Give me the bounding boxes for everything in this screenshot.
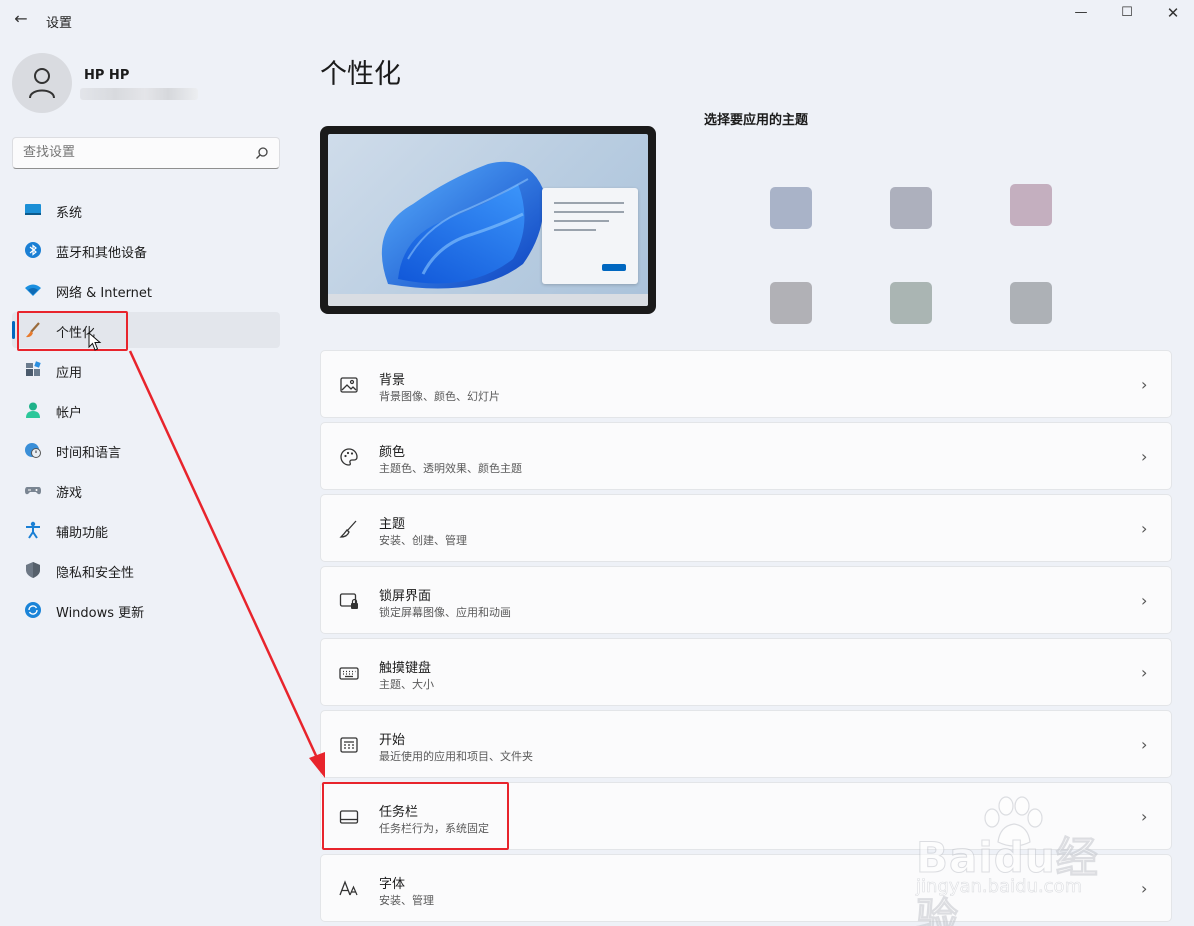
- search-input[interactable]: [23, 145, 243, 160]
- picture-icon: [339, 375, 359, 395]
- card-touch-keyboard[interactable]: 触摸键盘 主题、大小 ›: [320, 638, 1172, 706]
- card-subtitle: 最近使用的应用和项目、文件夹: [379, 750, 533, 763]
- watermark-url: jingyan.baidu.com: [916, 876, 1083, 898]
- selected-indicator: [12, 321, 15, 339]
- search-box[interactable]: [12, 137, 280, 169]
- gamepad-icon: [24, 481, 42, 499]
- card-subtitle: 锁定屏幕图像、应用和动画: [379, 606, 511, 619]
- card-lock-screen[interactable]: 锁屏界面 锁定屏幕图像、应用和动画 ›: [320, 566, 1172, 634]
- sidebar-item-gaming[interactable]: 游戏: [12, 472, 280, 508]
- search-icon[interactable]: [255, 145, 269, 164]
- annotation-box-taskbar: [322, 782, 509, 850]
- sidebar-item-label: 游戏: [56, 486, 83, 501]
- minimize-icon[interactable]: —: [1058, 0, 1104, 30]
- preview-window: [542, 188, 638, 284]
- page-title: 个性化: [320, 59, 401, 90]
- globe-clock-icon: [24, 441, 42, 459]
- chevron-right-icon: ›: [1141, 447, 1148, 466]
- sidebar-item-label: 隐私和安全性: [56, 566, 135, 581]
- shield-icon: [24, 561, 42, 579]
- title-bar: ← 设置 — ☐ ✕: [0, 0, 1194, 40]
- user-name: HP HP: [84, 68, 130, 83]
- card-title: 颜色: [379, 445, 406, 460]
- wifi-icon: [24, 281, 42, 299]
- sidebar-item-label: Windows 更新: [56, 606, 145, 621]
- card-title: 锁屏界面: [379, 589, 432, 604]
- back-arrow-icon[interactable]: ←: [10, 8, 32, 30]
- card-start[interactable]: 开始 最近使用的应用和项目、文件夹 ›: [320, 710, 1172, 778]
- chevron-right-icon: ›: [1141, 663, 1148, 682]
- chevron-right-icon: ›: [1141, 735, 1148, 754]
- theme-swatch[interactable]: [1010, 184, 1052, 226]
- sidebar-item-privacy[interactable]: 隐私和安全性: [12, 552, 280, 588]
- theme-swatch[interactable]: [770, 282, 812, 324]
- accessibility-icon: [24, 521, 42, 539]
- close-icon[interactable]: ✕: [1150, 0, 1194, 30]
- theme-swatch[interactable]: [1010, 282, 1052, 324]
- sidebar-item-label: 应用: [56, 366, 83, 381]
- sidebar-item-label: 时间和语言: [56, 446, 122, 461]
- card-title: 触摸键盘: [379, 661, 432, 676]
- sidebar-item-apps[interactable]: 应用: [12, 352, 280, 388]
- theme-preview: [320, 126, 656, 314]
- lock-screen-icon: [339, 591, 359, 611]
- maximize-icon[interactable]: ☐: [1104, 0, 1150, 30]
- sidebar-item-accessibility[interactable]: 辅助功能: [12, 512, 280, 548]
- card-title: 字体: [379, 877, 406, 892]
- bluetooth-icon: [24, 241, 42, 259]
- card-background[interactable]: 背景 背景图像、颜色、幻灯片 ›: [320, 350, 1172, 418]
- system-monitor-icon: [24, 201, 42, 219]
- watermark-brand: Baidu经验: [916, 833, 1099, 926]
- user-avatar-icon[interactable]: [12, 53, 72, 113]
- card-subtitle: 安装、创建、管理: [379, 534, 467, 547]
- theme-heading: 选择要应用的主题: [704, 113, 809, 128]
- chevron-right-icon: ›: [1141, 879, 1148, 898]
- sidebar-item-network[interactable]: 网络 & Internet: [12, 272, 280, 308]
- card-themes[interactable]: 主题 安装、创建、管理 ›: [320, 494, 1172, 562]
- mouse-cursor-icon: [88, 332, 102, 351]
- sidebar-item-accounts[interactable]: 帐户: [12, 392, 280, 428]
- preview-taskbar: [328, 294, 648, 306]
- brush-icon: [339, 519, 359, 539]
- watermark: Baidu经验 jingyan.baidu.com: [912, 796, 1132, 926]
- card-subtitle: 安装、管理: [379, 894, 434, 907]
- keyboard-icon: [339, 663, 359, 683]
- card-title: 开始: [379, 733, 406, 748]
- windows-update-icon: [24, 601, 42, 619]
- chevron-right-icon: ›: [1141, 519, 1148, 538]
- annotation-box-personalization: [17, 311, 128, 351]
- theme-swatch[interactable]: [890, 187, 932, 229]
- theme-swatch[interactable]: [890, 282, 932, 324]
- user-email-redacted: [80, 88, 198, 100]
- card-colors[interactable]: 颜色 主题色、透明效果、颜色主题 ›: [320, 422, 1172, 490]
- card-subtitle: 主题色、透明效果、颜色主题: [379, 462, 522, 475]
- theme-swatch[interactable]: [770, 187, 812, 229]
- palette-icon: [339, 447, 359, 467]
- font-icon: [339, 879, 359, 899]
- sidebar-item-label: 帐户: [56, 406, 83, 421]
- sidebar-item-time-language[interactable]: 时间和语言: [12, 432, 280, 468]
- sidebar-item-windows-update[interactable]: Windows 更新: [12, 592, 280, 628]
- sidebar-item-system[interactable]: 系统: [12, 192, 280, 228]
- card-subtitle: 背景图像、颜色、幻灯片: [379, 390, 500, 403]
- chevron-right-icon: ›: [1141, 591, 1148, 610]
- card-subtitle: 主题、大小: [379, 678, 434, 691]
- sidebar-item-label: 网络 & Internet: [56, 286, 153, 301]
- card-title: 背景: [379, 373, 406, 388]
- chevron-right-icon: ›: [1141, 807, 1148, 826]
- app-title: 设置: [46, 16, 73, 31]
- sidebar-item-label: 辅助功能: [56, 526, 109, 541]
- start-menu-icon: [339, 735, 359, 755]
- wallpaper-preview: [328, 134, 648, 306]
- sidebar: HP HP 系统 蓝牙和其他设备 网络 & Internet 个性化: [0, 40, 300, 926]
- sidebar-item-label: 系统: [56, 206, 83, 221]
- card-title: 主题: [379, 517, 406, 532]
- sidebar-item-label: 蓝牙和其他设备: [56, 246, 148, 261]
- sidebar-item-bluetooth[interactable]: 蓝牙和其他设备: [12, 232, 280, 268]
- chevron-right-icon: ›: [1141, 375, 1148, 394]
- apps-icon: [24, 361, 42, 379]
- account-icon: [24, 401, 42, 419]
